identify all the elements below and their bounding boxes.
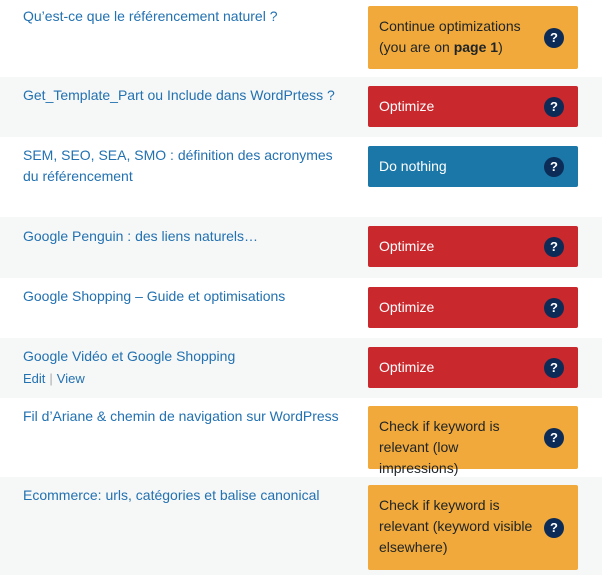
button-label: Optimize — [379, 299, 435, 315]
button-label: Optimize — [379, 359, 435, 375]
post-title-link[interactable]: Google Shopping – Guide et optimisations — [23, 286, 348, 307]
question-circle-icon[interactable]: ? — [544, 517, 564, 538]
button-label: Optimize — [379, 98, 435, 114]
check-keyword-button[interactable]: Check if keyword is relevant (low impres… — [368, 406, 578, 476]
question-circle-icon[interactable]: ? — [544, 236, 564, 257]
post-title-link[interactable]: Fil d’Ariane & chemin de navigation sur … — [23, 406, 348, 427]
optimize-button[interactable]: Optimize ? — [368, 86, 578, 127]
post-title-link[interactable]: Google Penguin : des liens naturels… — [23, 226, 348, 247]
button-label: Do nothing — [379, 158, 447, 174]
question-circle-icon[interactable]: ? — [544, 357, 564, 378]
button-label-line1: Continue optimizations — [379, 18, 521, 34]
table-row: Google Vidéo et Google Shopping Edit | Vie… — [0, 338, 602, 398]
edit-link[interactable]: Edit — [23, 371, 45, 386]
row-actions-separator: | — [49, 371, 53, 386]
question-circle-icon[interactable]: ? — [544, 297, 564, 318]
table-row: Google Penguin : des liens naturels… Opt… — [0, 217, 602, 278]
optimize-button[interactable]: Optimize ? — [368, 226, 578, 267]
question-circle-icon[interactable]: ? — [544, 96, 564, 117]
button-label: Optimize — [379, 238, 435, 254]
question-circle-icon[interactable]: ? — [544, 27, 564, 48]
table-row: SEM, SEO, SEA, SMO : définition des acro… — [0, 137, 602, 217]
question-circle-icon[interactable]: ? — [544, 427, 564, 448]
row-actions: Edit | View — [23, 370, 85, 388]
table-row: Qu’est-ce que le référencement naturel ?… — [0, 0, 602, 77]
table-row: Google Shopping – Guide et optimisations… — [0, 278, 602, 338]
question-circle-icon[interactable]: ? — [544, 156, 564, 177]
button-label: Check if keyword is relevant (low impres… — [379, 418, 500, 476]
optimize-button[interactable]: Optimize ? — [368, 287, 578, 328]
button-label-line2: (you are on page 1) — [379, 39, 503, 55]
post-title-link[interactable]: Get_Template_Part ou Include dans WordPr… — [23, 85, 348, 106]
table-row: Get_Template_Part ou Include dans WordPr… — [0, 77, 602, 137]
do-nothing-button[interactable]: Do nothing ? — [368, 146, 578, 187]
post-title-link[interactable]: Google Vidéo et Google Shopping — [23, 346, 348, 367]
table-row: Ecommerce: urls, catégories et balise ca… — [0, 477, 602, 575]
button-label: Check if keyword is relevant (keyword vi… — [379, 497, 533, 555]
table-row: Fil d’Ariane & chemin de navigation sur … — [0, 398, 602, 477]
optimize-button[interactable]: Optimize ? — [368, 347, 578, 388]
post-title-link[interactable]: Qu’est-ce que le référencement naturel ? — [23, 6, 348, 27]
continue-optimizations-button[interactable]: Continue optimizations (you are on page … — [368, 6, 578, 69]
post-title-link[interactable]: SEM, SEO, SEA, SMO : définition des acro… — [23, 145, 348, 187]
check-keyword-button[interactable]: Check if keyword is relevant (keyword vi… — [368, 485, 578, 570]
view-link[interactable]: View — [57, 371, 85, 386]
post-optimization-table: Qu’est-ce que le référencement naturel ?… — [0, 0, 602, 575]
post-title-link[interactable]: Ecommerce: urls, catégories et balise ca… — [23, 485, 348, 506]
